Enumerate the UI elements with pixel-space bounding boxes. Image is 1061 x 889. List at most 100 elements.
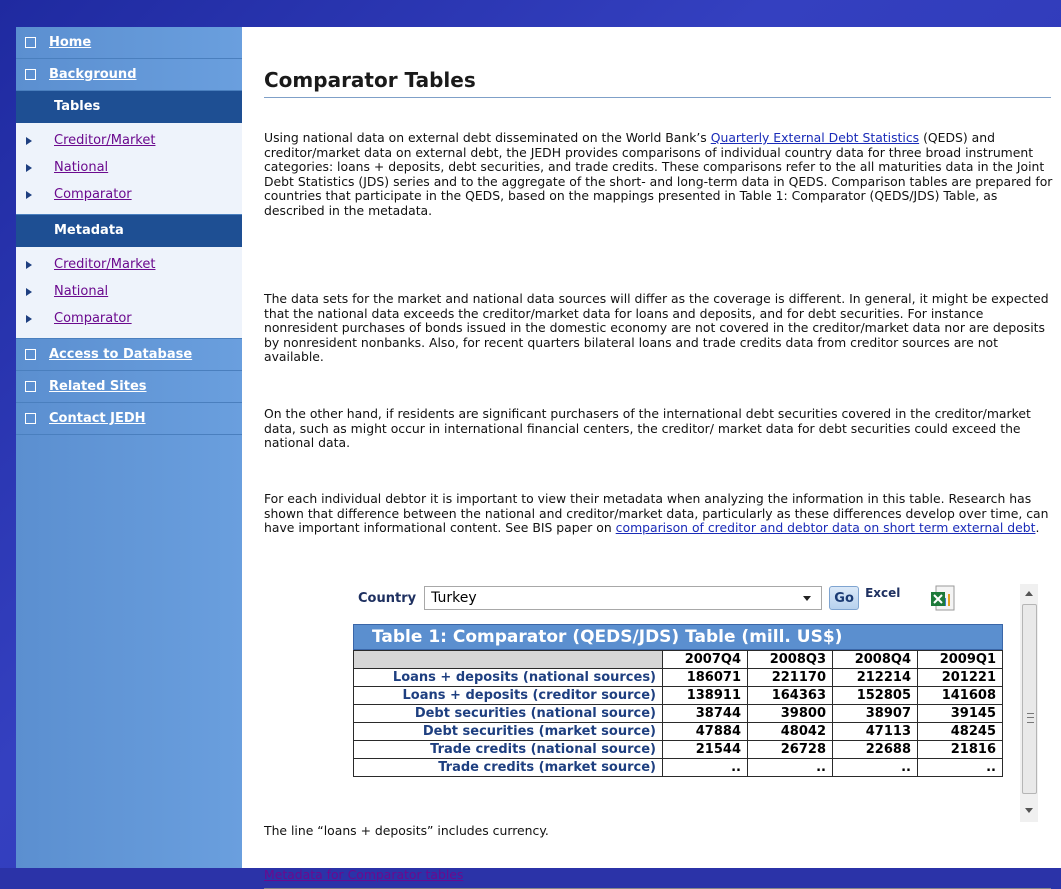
table-cell: 47113	[832, 722, 918, 741]
checkbox-square-icon	[25, 37, 36, 48]
scrollbar-thumb[interactable]	[1022, 604, 1037, 794]
metadata-item-comparator[interactable]: Comparator	[16, 305, 242, 332]
country-dropdown[interactable]: Turkey	[424, 586, 823, 610]
checkbox-square-icon	[25, 69, 36, 80]
tables-item-comparator[interactable]: Comparator	[16, 181, 242, 208]
metadata-item-creditor-market[interactable]: Creditor/Market	[16, 251, 242, 278]
table-row: Trade credits (national source) 21544 26…	[353, 740, 1003, 759]
table-cell: 48245	[917, 722, 1003, 741]
metadata-submenu: Creditor/Market National Comparator	[16, 247, 242, 339]
table-scrollbar[interactable]	[1020, 584, 1038, 822]
metadata-paragraph: For each individual debtor it is importa…	[264, 491, 1054, 536]
nav-item-access-database[interactable]: Access to Database	[16, 339, 242, 371]
column-header: 2008Q3	[747, 650, 833, 669]
metadata-text-b: .	[1035, 520, 1040, 535]
tables-submenu: Creditor/Market National Comparator	[16, 123, 242, 215]
table-cell: 47884	[662, 722, 748, 741]
qeds-link[interactable]: Quarterly External Debt Statistics	[711, 130, 919, 145]
table-row: Debt securities (market source) 47884 48…	[353, 722, 1003, 741]
row-label: Debt securities (national source)	[353, 704, 663, 723]
table-cell: ..	[747, 758, 833, 777]
column-header: 2008Q4	[832, 650, 918, 669]
metadata-comparator-link[interactable]: Metadata for Comparator tables	[264, 867, 463, 882]
nav-link-background[interactable]: Background	[49, 67, 137, 82]
intro-paragraph: Using national data on external debt dis…	[264, 130, 1054, 218]
table-cell: 22688	[832, 740, 918, 759]
table-corner-cell	[353, 650, 663, 669]
scroll-up-icon[interactable]	[1025, 591, 1033, 596]
table-cell: 39800	[747, 704, 833, 723]
table-cell: ..	[917, 758, 1003, 777]
checkbox-square-icon	[25, 349, 36, 360]
bis-paper-link[interactable]: comparison of creditor and debtor data o…	[616, 520, 1036, 535]
table-cell: 164363	[747, 686, 833, 705]
bullet-triangle-icon	[26, 314, 32, 323]
table-row: Loans + deposits (creditor source) 13891…	[353, 686, 1003, 705]
table-cell: 38907	[832, 704, 918, 723]
checkbox-square-icon	[25, 381, 36, 392]
nav-link-home[interactable]: Home	[49, 35, 91, 50]
table-cell: ..	[832, 758, 918, 777]
table-cell: 141608	[917, 686, 1003, 705]
excel-label[interactable]: Excel	[865, 586, 900, 600]
table-row: Loans + deposits (national sources) 1860…	[353, 668, 1003, 687]
column-header: 2009Q1	[917, 650, 1003, 669]
comparator-table-container: Table 1: Comparator (QEDS/JDS) Table (mi…	[353, 624, 1003, 777]
table-cell: 212214	[832, 668, 918, 687]
table-cell: 48042	[747, 722, 833, 741]
scroll-down-icon[interactable]	[1025, 808, 1033, 813]
metadata-link-creditor-market[interactable]: Creditor/Market	[54, 257, 155, 272]
tables-item-national[interactable]: National	[16, 154, 242, 181]
bullet-triangle-icon	[26, 190, 32, 199]
coverage-paragraph: The data sets for the market and nationa…	[264, 291, 1049, 364]
row-label: Loans + deposits (creditor source)	[353, 686, 663, 705]
table-row: Debt securities (national source) 38744 …	[353, 704, 1003, 723]
tables-link-national[interactable]: National	[54, 160, 108, 175]
row-label: Trade credits (national source)	[353, 740, 663, 759]
table-cell: 201221	[917, 668, 1003, 687]
country-selector-row: Country Turkey Go Excel	[358, 584, 900, 612]
currency-footnote: The line “loans + deposits” includes cur…	[264, 823, 549, 838]
row-label: Debt securities (market source)	[353, 722, 663, 741]
column-header: 2007Q4	[662, 650, 748, 669]
metadata-link-comparator[interactable]: Comparator	[54, 311, 132, 326]
table-cell: 21816	[917, 740, 1003, 759]
main-content: Comparator Tables Using national data on…	[242, 27, 1061, 889]
tables-link-comparator[interactable]: Comparator	[54, 187, 132, 202]
table-cell: 152805	[832, 686, 918, 705]
table-header-row: 2007Q4 2008Q3 2008Q4 2009Q1	[353, 650, 1003, 669]
metadata-link-national[interactable]: National	[54, 284, 108, 299]
nav-item-background[interactable]: Background	[16, 59, 242, 91]
country-label: Country	[358, 590, 417, 606]
table-cell: ..	[662, 758, 748, 777]
table-cell: 186071	[662, 668, 748, 687]
nav-link-related-sites[interactable]: Related Sites	[49, 379, 147, 394]
bullet-triangle-icon	[26, 260, 32, 269]
bullet-triangle-icon	[26, 163, 32, 172]
tables-link-creditor-market[interactable]: Creditor/Market	[54, 133, 155, 148]
metadata-item-national[interactable]: National	[16, 278, 242, 305]
table-title: Table 1: Comparator (QEDS/JDS) Table (mi…	[353, 624, 1003, 650]
checkbox-square-icon	[25, 413, 36, 424]
residents-paragraph: On the other hand, if residents are sign…	[264, 406, 1031, 450]
page-title: Comparator Tables	[264, 68, 476, 92]
nav-link-contact[interactable]: Contact JEDH	[49, 411, 146, 426]
grip-icon	[1027, 713, 1034, 723]
nav-item-contact[interactable]: Contact JEDH	[16, 403, 242, 435]
nav-item-home[interactable]: Home	[16, 27, 242, 59]
excel-icon[interactable]	[930, 584, 956, 614]
bullet-triangle-icon	[26, 136, 32, 145]
left-nav: Home Background Tables Creditor/Market N…	[16, 27, 243, 868]
table-cell: 221170	[747, 668, 833, 687]
country-selected-value: Turkey	[431, 590, 477, 606]
nav-item-related-sites[interactable]: Related Sites	[16, 371, 242, 403]
go-button[interactable]: Go	[829, 586, 860, 610]
table-cell: 21544	[662, 740, 748, 759]
bullet-triangle-icon	[26, 287, 32, 296]
nav-header-metadata: Metadata	[16, 215, 242, 247]
tables-item-creditor-market[interactable]: Creditor/Market	[16, 127, 242, 154]
chevron-down-icon	[803, 595, 812, 601]
comparator-table: 2007Q4 2008Q3 2008Q4 2009Q1 Loans + depo…	[353, 650, 1003, 777]
nav-header-tables: Tables	[16, 91, 242, 123]
nav-link-access-database[interactable]: Access to Database	[49, 347, 192, 362]
